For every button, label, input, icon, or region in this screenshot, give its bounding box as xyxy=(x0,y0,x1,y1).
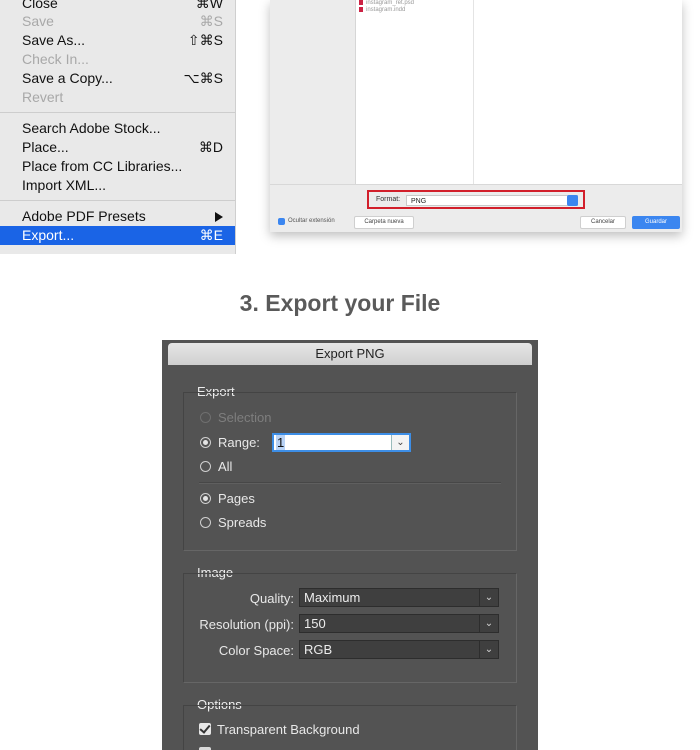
menu-item-import-xml[interactable]: Import XML... xyxy=(0,176,235,195)
menu-item-revert[interactable]: Revert xyxy=(0,88,235,107)
format-select[interactable]: PNG xyxy=(406,195,578,206)
range-label: Range: xyxy=(218,435,260,450)
save-dialog-bottom-bar: Format: PNG Ocultar extensión Carpeta nu… xyxy=(270,184,682,233)
all-radio[interactable] xyxy=(200,461,211,472)
selection-radio[interactable] xyxy=(200,412,211,423)
menu-item-place[interactable]: Place... ⌘D xyxy=(0,138,235,157)
select-stepper-icon xyxy=(567,195,578,206)
menu-item-adobe-pdf-presets[interactable]: Adobe PDF Presets xyxy=(0,207,235,226)
transparent-background-checkbox[interactable] xyxy=(199,722,211,735)
file-icon xyxy=(359,7,363,12)
resolution-label: Resolution (ppi): xyxy=(199,617,294,632)
chevron-down-icon: ⌄ xyxy=(479,589,498,606)
format-highlight: Format: PNG xyxy=(367,190,585,209)
pages-label: Pages xyxy=(218,491,255,506)
menu-item-save-as[interactable]: Save As... ⇧⌘S xyxy=(0,31,235,50)
range-input[interactable]: 1 ⌄ xyxy=(272,433,411,452)
chevron-down-icon: ⌄ xyxy=(479,615,498,632)
quality-label: Quality: xyxy=(249,591,294,606)
group-divider xyxy=(199,482,501,484)
color-space-select[interactable]: RGB ⌄ xyxy=(299,640,499,659)
pages-radio[interactable] xyxy=(200,493,211,504)
dialog-title: Export PNG xyxy=(168,343,532,365)
menu-item-export[interactable]: Export... ⌘E xyxy=(0,226,235,245)
export-png-dialog: Export PNG Export Selection Range: 1 ⌄ A… xyxy=(162,340,538,750)
spreads-label: Spreads xyxy=(218,515,267,530)
format-label: Format: xyxy=(376,196,401,203)
file-icon xyxy=(359,0,363,5)
menu-separator xyxy=(0,200,235,201)
spreads-radio[interactable] xyxy=(200,517,211,528)
menu-item-save-a-copy[interactable]: Save a Copy... ⌥⌘S xyxy=(0,69,235,88)
save-button[interactable]: Guardar xyxy=(632,216,680,229)
cancel-button[interactable]: Cancelar xyxy=(580,216,626,229)
menu-item-save[interactable]: Save ⌘S xyxy=(0,12,235,31)
all-label: All xyxy=(218,459,233,474)
hide-extension-checkbox[interactable] xyxy=(278,218,285,225)
step-heading: 3. Export your File xyxy=(239,290,441,316)
column-divider xyxy=(473,0,474,184)
chevron-down-icon: ⌄ xyxy=(479,641,498,658)
submenu-arrow-icon xyxy=(215,212,223,222)
new-folder-button[interactable]: Carpeta nueva xyxy=(354,216,414,229)
range-radio[interactable] xyxy=(200,437,211,448)
file-item[interactable]: instagram_ret.psd xyxy=(359,0,414,6)
save-dialog: instagram_ret.psd instagram.indd Format:… xyxy=(270,0,682,232)
quality-select[interactable]: Maximum ⌄ xyxy=(299,588,499,607)
menu-item-check-in[interactable]: Check In... xyxy=(0,50,235,69)
menu-item-search-adobe-stock[interactable]: Search Adobe Stock... xyxy=(0,119,235,138)
chevron-down-icon[interactable]: ⌄ xyxy=(391,435,409,450)
resolution-select[interactable]: 150 ⌄ xyxy=(299,614,499,633)
checkmark-icon xyxy=(199,722,211,734)
hide-extension-label: Ocultar extensión xyxy=(288,218,335,224)
file-item[interactable]: instagram.indd xyxy=(359,7,405,13)
color-space-label: Color Space: xyxy=(218,643,294,658)
menu-separator xyxy=(0,112,235,113)
selection-label: Selection xyxy=(218,410,272,425)
file-browser: instagram_ret.psd instagram.indd xyxy=(355,0,682,184)
file-menu: Close ⌘W Save ⌘S Save As... ⇧⌘S Check In… xyxy=(0,0,236,254)
transparent-background-label: Transparent Background xyxy=(217,722,360,737)
menu-item-place-from-cc-libraries[interactable]: Place from CC Libraries... xyxy=(0,157,235,176)
